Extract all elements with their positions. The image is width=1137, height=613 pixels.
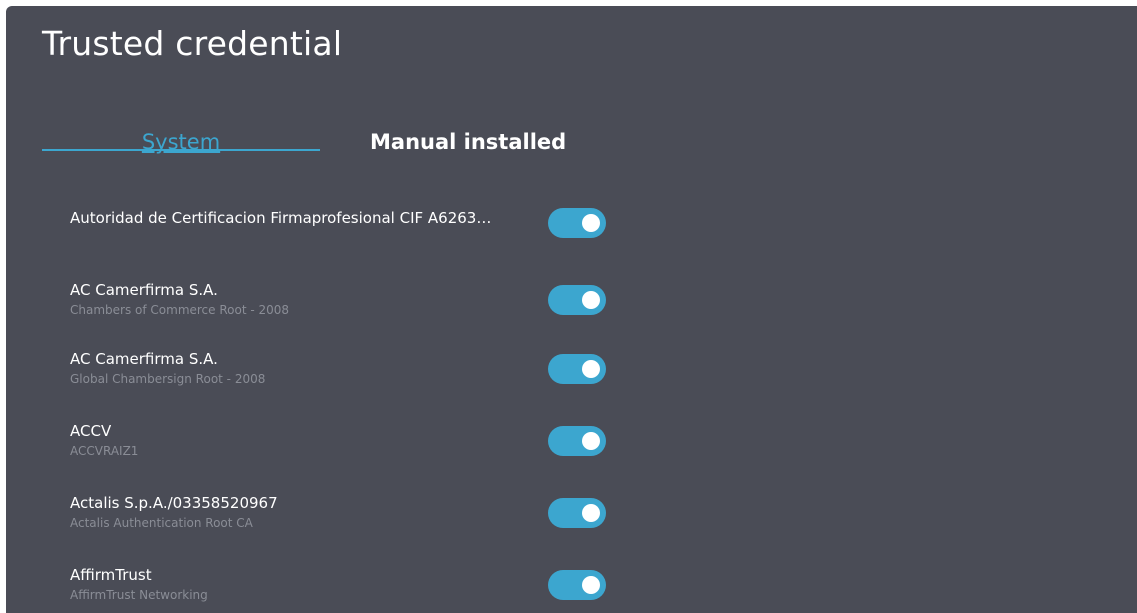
credential-row[interactable]: Autoridad de Certificacion Firmaprofesio… <box>70 202 630 250</box>
credential-title: AC Camerfirma S.A. <box>70 281 218 299</box>
credential-row[interactable]: AC Camerfirma S.A. Chambers of Commerce … <box>70 281 630 329</box>
credential-toggle[interactable] <box>548 354 606 384</box>
page-title: Trusted credential <box>42 24 343 63</box>
credential-row[interactable]: Actalis S.p.A./03358520967 Actalis Authe… <box>70 494 630 542</box>
toggle-knob <box>582 504 600 522</box>
credential-toggle[interactable] <box>548 426 606 456</box>
credential-subtitle: Global Chambersign Root - 2008 <box>70 372 266 386</box>
credential-toggle[interactable] <box>548 498 606 528</box>
credential-toggle[interactable] <box>548 208 606 238</box>
toggle-knob <box>582 360 600 378</box>
credential-title: Actalis S.p.A./03358520967 <box>70 494 278 512</box>
toggle-knob <box>582 576 600 594</box>
credential-row[interactable]: ACCV ACCVRAIZ1 <box>70 422 630 470</box>
toggle-knob <box>582 291 600 309</box>
tab-system-label: System <box>141 130 221 154</box>
credential-row[interactable]: AC Camerfirma S.A. Global Chambersign Ro… <box>70 350 630 398</box>
credential-toggle[interactable] <box>548 570 606 600</box>
settings-panel: Trusted credential System Manual install… <box>6 6 1137 613</box>
credential-title: AffirmTrust <box>70 566 152 584</box>
tab-system[interactable]: System <box>42 130 320 162</box>
toggle-knob <box>582 214 600 232</box>
credential-subtitle: ACCVRAIZ1 <box>70 444 139 458</box>
credential-title: Autoridad de Certificacion Firmaprofesio… <box>70 209 492 227</box>
credential-title: ACCV <box>70 422 112 440</box>
credential-row[interactable]: AffirmTrust AffirmTrust Networking <box>70 566 630 613</box>
credential-toggle[interactable] <box>548 285 606 315</box>
credential-subtitle: AffirmTrust Networking <box>70 588 208 602</box>
credential-subtitle: Chambers of Commerce Root - 2008 <box>70 303 290 317</box>
tab-manual-installed[interactable]: Manual installed <box>370 130 566 162</box>
credential-title: AC Camerfirma S.A. <box>70 350 218 368</box>
toggle-knob <box>582 432 600 450</box>
credential-subtitle: Actalis Authentication Root CA <box>70 516 253 530</box>
